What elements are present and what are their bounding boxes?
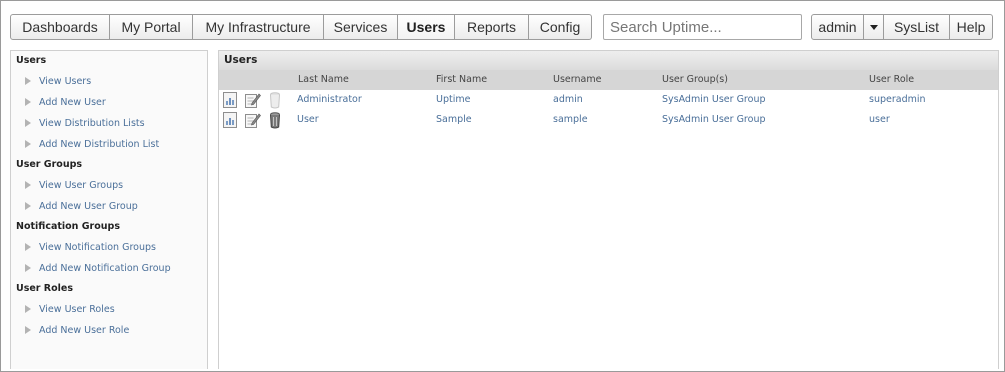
column-header-user-role[interactable]: User Role <box>869 70 914 90</box>
panel-title: Users <box>219 51 998 70</box>
sidebar-item-add-new-user-group[interactable]: Add New User Group <box>11 196 207 217</box>
help-button[interactable]: Help <box>950 14 993 40</box>
nav-tab-services[interactable]: Services <box>324 14 398 40</box>
sidebar-item-view-distribution-lists[interactable]: View Distribution Lists <box>11 113 207 134</box>
sidebar-item-label: View User Roles <box>39 304 115 315</box>
sidebar-item-label: Add New User <box>39 97 106 108</box>
search-input[interactable] <box>603 14 802 40</box>
edit-icon[interactable] <box>245 92 261 108</box>
top-navigation: Dashboards My Portal My Infrastructure S… <box>10 14 592 40</box>
cell-user-groups[interactable]: SysAdmin User Group <box>662 110 766 130</box>
sidebar-item-label: View Distribution Lists <box>39 118 145 129</box>
nav-tab-reports[interactable]: Reports <box>455 14 529 40</box>
sidebar-item-view-user-roles[interactable]: View User Roles <box>11 299 207 320</box>
report-icon[interactable] <box>223 112 237 128</box>
sidebar-section-users: Users <box>16 55 47 66</box>
arrow-right-icon <box>25 119 31 127</box>
sidebar-item-label: Add New User Role <box>39 325 130 336</box>
sidebar-item-view-notification-groups[interactable]: View Notification Groups <box>11 237 207 258</box>
cell-user-role[interactable]: user <box>869 110 890 130</box>
arrow-right-icon <box>25 98 31 106</box>
nav-tab-dashboards[interactable]: Dashboards <box>10 14 110 40</box>
delete-icon[interactable] <box>269 112 281 129</box>
arrow-right-icon <box>25 305 31 313</box>
edit-icon[interactable] <box>245 112 261 128</box>
table-row: Administrator Uptime admin SysAdmin User… <box>219 90 998 110</box>
arrow-right-icon <box>25 326 31 334</box>
sidebar-item-view-users[interactable]: View Users <box>11 71 207 92</box>
table-header: Last Name First Name Username User Group… <box>219 70 998 90</box>
sidebar-item-label: Add New User Group <box>39 201 138 212</box>
users-panel: Users Last Name First Name Username User… <box>218 50 999 369</box>
report-icon[interactable] <box>223 92 237 108</box>
sidebar: Users View Users Add New User View Distr… <box>10 50 208 369</box>
sidebar-item-add-new-distribution-list[interactable]: Add New Distribution List <box>11 134 207 155</box>
sidebar-item-add-new-user[interactable]: Add New User <box>11 92 207 113</box>
cell-user-role[interactable]: superadmin <box>869 90 926 110</box>
sidebar-section-user-roles: User Roles <box>16 283 73 294</box>
table-row: User Sample sample SysAdmin User Group u… <box>219 110 998 130</box>
cell-username[interactable]: admin <box>553 90 583 110</box>
arrow-right-icon <box>25 140 31 148</box>
sidebar-item-view-user-groups[interactable]: View User Groups <box>11 175 207 196</box>
cell-first-name[interactable]: Sample <box>436 110 472 130</box>
nav-tab-my-portal[interactable]: My Portal <box>110 14 193 40</box>
arrow-right-icon <box>25 181 31 189</box>
column-header-username[interactable]: Username <box>553 70 601 90</box>
column-header-user-groups[interactable]: User Group(s) <box>662 70 728 90</box>
chevron-down-icon <box>869 24 878 30</box>
cell-last-name[interactable]: User <box>297 110 319 130</box>
sidebar-item-label: Add New Distribution List <box>39 139 160 150</box>
sidebar-item-label: View User Groups <box>39 180 124 191</box>
sidebar-section-user-groups: User Groups <box>16 159 83 170</box>
nav-tab-users[interactable]: Users <box>398 14 455 40</box>
arrow-right-icon <box>25 264 31 272</box>
cell-user-groups[interactable]: SysAdmin User Group <box>662 90 766 110</box>
delete-icon-disabled <box>270 92 280 109</box>
user-menu-button[interactable]: admin <box>811 14 864 40</box>
column-header-last-name[interactable]: Last Name <box>298 70 349 90</box>
arrow-right-icon <box>25 77 31 85</box>
sidebar-item-add-new-user-role[interactable]: Add New User Role <box>11 320 207 341</box>
sidebar-item-label: View Notification Groups <box>39 242 156 253</box>
user-controls: admin SysList Help <box>811 14 993 40</box>
sidebar-section-notification-groups: Notification Groups <box>16 221 120 232</box>
sidebar-item-label: View Users <box>39 76 92 87</box>
user-dropdown-toggle[interactable] <box>864 14 884 40</box>
syslist-button[interactable]: SysList <box>884 14 950 40</box>
cell-username[interactable]: sample <box>553 110 588 130</box>
nav-tab-my-infrastructure[interactable]: My Infrastructure <box>193 14 324 40</box>
arrow-right-icon <box>25 202 31 210</box>
cell-last-name[interactable]: Administrator <box>297 90 362 110</box>
cell-first-name[interactable]: Uptime <box>436 90 470 110</box>
sidebar-item-label: Add New Notification Group <box>39 263 171 274</box>
column-header-first-name[interactable]: First Name <box>436 70 487 90</box>
sidebar-item-add-new-notification-group[interactable]: Add New Notification Group <box>11 258 207 279</box>
arrow-right-icon <box>25 243 31 251</box>
nav-tab-config[interactable]: Config <box>529 14 592 40</box>
